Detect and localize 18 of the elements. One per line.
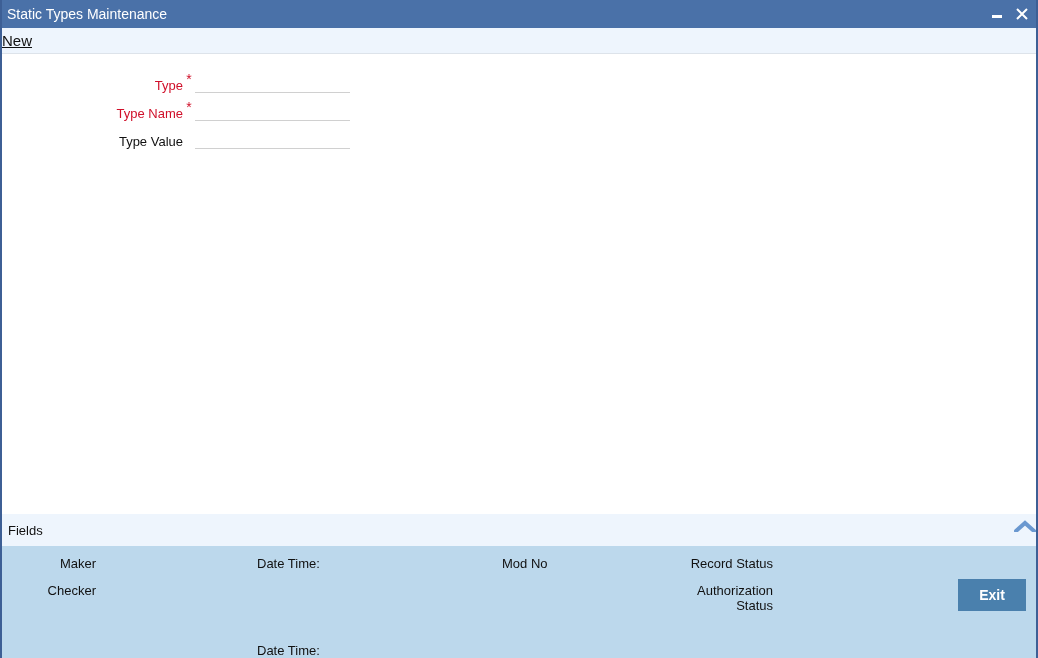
window-title: Static Types Maintenance (7, 6, 169, 22)
close-button[interactable] (1016, 8, 1028, 20)
required-mark: * (185, 99, 193, 115)
required-mark: * (185, 71, 193, 87)
date-time-label: Date Time: (257, 643, 321, 658)
mod-no-label: Mod No (502, 556, 549, 573)
field-label: Type Name (115, 106, 183, 121)
new-link[interactable]: New (2, 32, 32, 49)
date-time-label: Date Time: (257, 556, 321, 573)
field-label: Type Value (117, 134, 183, 149)
authorization-status-label: Authorization Status (696, 583, 773, 615)
maker-label: Maker (58, 556, 96, 573)
record-status-label: Record Status (689, 556, 773, 573)
field-label: Type (153, 78, 183, 93)
checker-label: Checker (46, 583, 96, 600)
exit-button[interactable]: Exit (958, 579, 1026, 611)
chevron-up-icon[interactable] (1014, 520, 1036, 532)
fields-label: Fields (8, 522, 43, 538)
